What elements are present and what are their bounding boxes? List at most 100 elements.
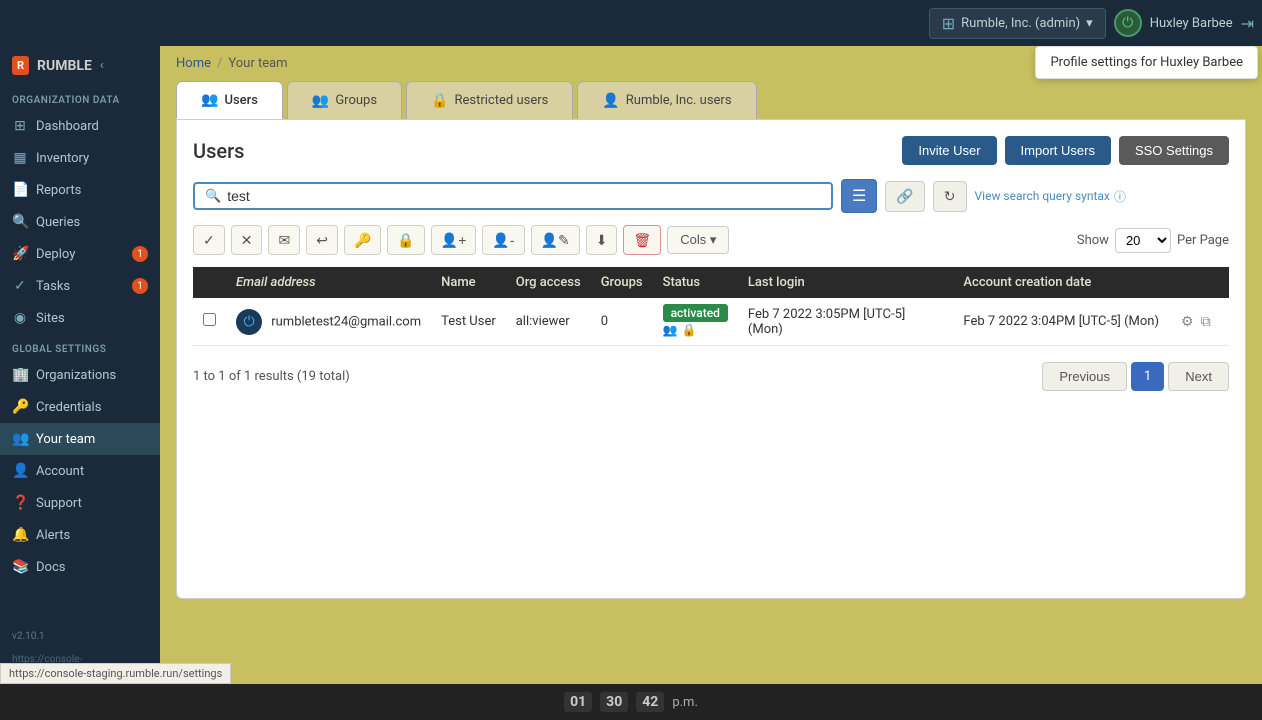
sso-settings-button[interactable]: SSO Settings: [1119, 136, 1229, 165]
deselect-button[interactable]: ✕: [231, 225, 263, 255]
next-button[interactable]: Next: [1168, 362, 1229, 391]
sidebar-item-inventory[interactable]: ▦ Inventory: [0, 142, 160, 174]
sidebar-collapse-icon[interactable]: ‹: [100, 58, 104, 73]
previous-button[interactable]: Previous: [1042, 362, 1127, 391]
sidebar-item-tasks[interactable]: ✓ Tasks 1: [0, 270, 160, 302]
org-label: Rumble, Inc. (admin): [961, 16, 1080, 31]
tab-rumble-users[interactable]: 👤 Rumble, Inc. users: [577, 81, 756, 119]
action-toolbar: ✓ ✕ ✉ ↩ 🔑 🔒 👤+ 👤- 👤✎ ⬇ 🗑 Cols ▾ Show 10: [193, 225, 1229, 255]
restricted-tab-icon: 🔒: [431, 93, 448, 109]
logout-icon[interactable]: ⇥: [1241, 14, 1254, 33]
results-row: 1 to 1 of 1 results (19 total) Previous …: [193, 362, 1229, 391]
select-all-button[interactable]: ✓: [193, 225, 225, 255]
sidebar-item-alerts[interactable]: 🔔 Alerts: [0, 519, 160, 551]
sidebar-label-docs: Docs: [36, 560, 65, 575]
app-name: RUMBLE: [37, 58, 92, 74]
key-button[interactable]: 🔑: [344, 225, 381, 255]
row-checkbox[interactable]: [203, 313, 216, 326]
user-edit-button[interactable]: 👤✎: [531, 225, 580, 255]
time-hour: 01: [564, 692, 592, 712]
tab-users[interactable]: 👥 Users: [176, 81, 283, 119]
sidebar-item-queries[interactable]: 🔍 Queries: [0, 206, 160, 238]
breadcrumb-home[interactable]: Home: [176, 56, 211, 71]
sidebar-label-reports: Reports: [36, 183, 81, 198]
delete-button[interactable]: 🗑: [623, 225, 661, 255]
tab-groups[interactable]: 👥 Groups: [287, 81, 402, 119]
cell-org-access: all:viewer: [506, 298, 591, 346]
status-badge: activated: [663, 304, 728, 322]
user-remove-button[interactable]: 👤-: [482, 225, 524, 255]
search-input[interactable]: [227, 188, 821, 204]
row-copy-button[interactable]: ⧉: [1199, 311, 1213, 332]
rumble-logo: R: [12, 56, 29, 75]
user-name[interactable]: Huxley Barbee: [1150, 16, 1233, 31]
account-icon: 👤: [12, 463, 28, 479]
sidebar-item-sites[interactable]: ◉ Sites: [0, 302, 160, 334]
sidebar-item-credentials[interactable]: 🔑 Credentials: [0, 391, 160, 423]
reports-icon: 📄: [12, 182, 28, 198]
col-org-access: Org access: [506, 267, 591, 298]
import-users-button[interactable]: Import Users: [1005, 136, 1111, 165]
cell-status: activated 👥 🔒: [653, 298, 738, 346]
sidebar-label-deploy: Deploy: [36, 247, 75, 262]
cell-groups: 0: [591, 298, 653, 346]
org-selector[interactable]: ⊞ Rumble, Inc. (admin) ▾: [929, 8, 1106, 39]
sidebar-label-tasks: Tasks: [36, 279, 70, 294]
download-button[interactable]: ⬇: [586, 225, 618, 255]
col-status: Status: [653, 267, 738, 298]
sidebar-item-organizations[interactable]: 🏢 Organizations: [0, 359, 160, 391]
tab-restricted-label: Restricted users: [455, 93, 549, 108]
topbar: ⊞ Rumble, Inc. (admin) ▾ ⏻ Huxley Barbee…: [0, 0, 1262, 46]
docs-icon: 📚: [12, 559, 28, 575]
cell-last-login: Feb 7 2022 3:05PM [UTC-5] (Mon): [738, 298, 954, 346]
row-settings-button[interactable]: ⚙: [1179, 311, 1196, 332]
panel-actions: Invite User Import Users SSO Settings: [902, 136, 1229, 165]
email-button[interactable]: ✉: [268, 225, 300, 255]
pagination: Previous 1 Next: [1042, 362, 1229, 391]
sidebar-label-dashboard: Dashboard: [36, 119, 99, 134]
time-second: 42: [636, 692, 664, 712]
sidebar-label-inventory: Inventory: [36, 151, 89, 166]
search-box: 🔍: [193, 182, 833, 210]
sidebar-item-docs[interactable]: 📚 Docs: [0, 551, 160, 583]
sidebar-item-deploy[interactable]: 🚀 Deploy 1: [0, 238, 160, 270]
grid-icon: ⊞: [942, 14, 955, 33]
col-groups: Groups: [591, 267, 653, 298]
dashboard-icon: ⊞: [12, 118, 28, 134]
search-syntax-link[interactable]: View search query syntax ⓘ: [975, 188, 1126, 205]
tab-users-label: Users: [224, 93, 257, 108]
time-minute: 30: [600, 692, 628, 712]
tasks-icon: ✓: [12, 278, 28, 294]
tab-restricted[interactable]: 🔒 Restricted users: [406, 81, 573, 119]
sidebar-item-your-team[interactable]: 👥 Your team: [0, 423, 160, 455]
panel-header: Users Invite User Import Users SSO Setti…: [193, 136, 1229, 165]
user-group-icon: 👥: [663, 323, 678, 337]
users-panel: Users Invite User Import Users SSO Setti…: [176, 119, 1246, 599]
sidebar-item-account[interactable]: 👤 Account: [0, 455, 160, 487]
organizations-icon: 🏢: [12, 367, 28, 383]
cols-button[interactable]: Cols ▾: [667, 226, 729, 254]
sidebar-item-reports[interactable]: 📄 Reports: [0, 174, 160, 206]
refresh-button[interactable]: ↻: [933, 181, 967, 212]
queries-icon: 🔍: [12, 214, 28, 230]
global-section-label: GLOBAL SETTINGS: [0, 334, 160, 359]
sidebar-item-dashboard[interactable]: ⊞ Dashboard: [0, 110, 160, 142]
sidebar-label-support: Support: [36, 496, 82, 511]
show-section: Show 10 20 50 100 Per Page: [1077, 228, 1229, 253]
tab-groups-label: Groups: [335, 93, 377, 108]
sidebar-item-support[interactable]: ❓ Support: [0, 487, 160, 519]
user-add-button[interactable]: 👤+: [431, 225, 477, 255]
table-view-button[interactable]: ☰: [841, 179, 877, 213]
invite-user-button[interactable]: Invite User: [902, 136, 996, 165]
sidebar: R RUMBLE ‹ ORGANIZATION DATA ⊞ Dashboard…: [0, 46, 160, 684]
deploy-badge: 1: [132, 246, 148, 262]
search-icon: 🔍: [205, 189, 221, 204]
link-tool-button[interactable]: 🔗: [885, 181, 924, 212]
user-lock-icon: 🔒: [682, 323, 697, 337]
deploy-icon: 🚀: [12, 246, 28, 262]
per-page-select[interactable]: 10 20 50 100: [1115, 228, 1171, 253]
sidebar-label-account: Account: [36, 464, 84, 479]
assign-button[interactable]: ↩: [306, 225, 338, 255]
col-last-login: Last login: [738, 267, 954, 298]
lock-button[interactable]: 🔒: [387, 225, 424, 255]
